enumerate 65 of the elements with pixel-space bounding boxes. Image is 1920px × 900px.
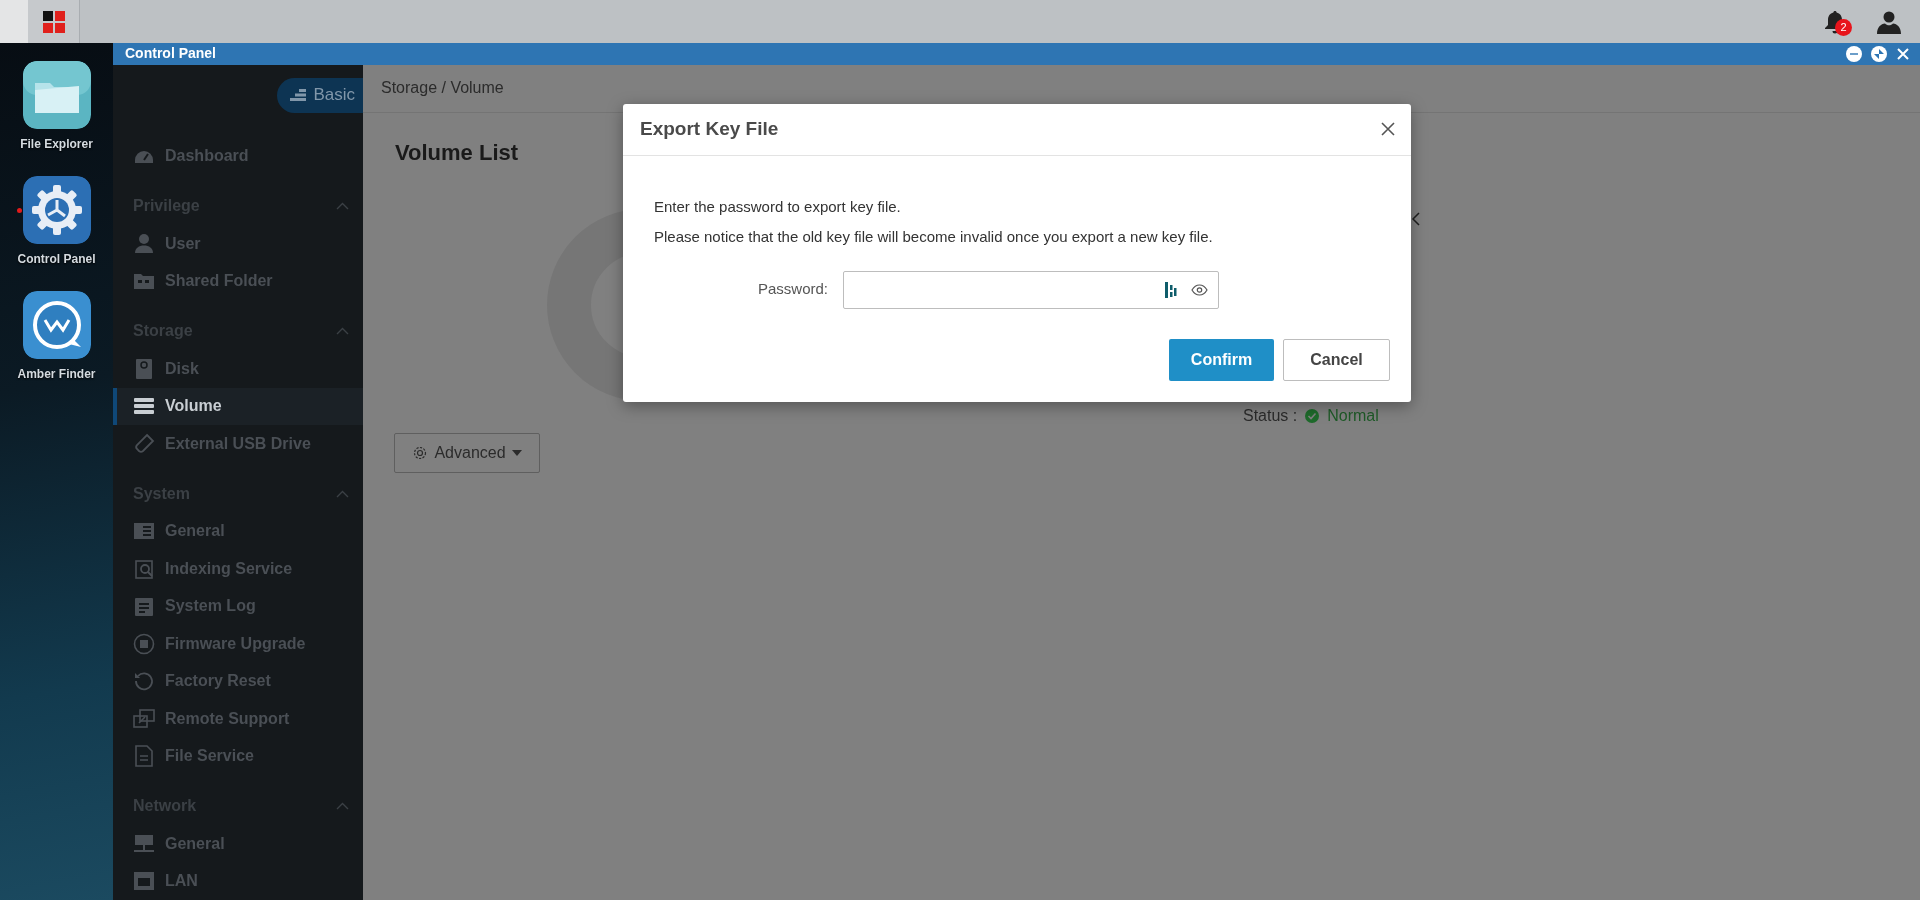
password-field[interactable] [843,270,1219,309]
sidebar-item[interactable]: Factory Reset [113,662,363,700]
eye-icon[interactable] [1191,283,1208,296]
lan-port-icon [133,870,155,893]
bars-icon [1165,281,1177,298]
search-document-icon [133,557,155,580]
chevron-up-icon [336,327,349,336]
close-icon[interactable] [1381,122,1395,136]
screens-icon [133,707,155,730]
chevron-icon [1411,211,1421,226]
confirm-button[interactable]: Confirm [1169,338,1274,381]
usb-stick-icon [133,432,155,455]
grid-icon [41,9,66,34]
app-launcher-button[interactable] [28,0,80,43]
sidebar-item[interactable]: General [113,512,363,550]
sidebar-item[interactable]: Disk [113,350,363,388]
sidebar-item[interactable]: User [113,225,363,263]
sidebar-item[interactable]: LAN [113,862,363,900]
window-title: Control Panel [125,44,216,64]
status-label: Status : [1243,405,1298,426]
advanced-dropdown-button[interactable]: Advanced [394,432,540,473]
password-label: Password: [756,279,828,300]
file-icon [133,745,155,768]
breadcrumb: Storage / Volume [381,78,504,98]
monitor-icon [133,832,155,855]
status-value: Normal [1327,405,1379,426]
sidebar-item[interactable]: Firmware Upgrade [113,625,363,663]
notification-count-badge: 2 [1835,19,1852,36]
sidebar-item[interactable]: Shared Folder [113,262,363,300]
folder-icon [22,61,91,129]
sidebar-item[interactable]: File Service [113,737,363,775]
dialog-message: Please notice that the old key file will become invalid once you export a new key file. [654,227,1214,247]
page-heading: Volume List [395,138,520,167]
sidebar-item[interactable]: Dashboard [113,137,363,175]
gear-icon [412,444,429,461]
dock-app[interactable]: Control Panel [6,176,107,268]
minimize-icon[interactable] [1846,45,1862,62]
basic-mode-button[interactable]: Basic [277,77,363,113]
sidebar-item[interactable]: Remote Support [113,700,363,738]
panel-strip [0,0,28,43]
reset-icon [133,670,155,693]
person-icon [133,232,155,255]
dialog-message: Enter the password to export key file. [654,196,902,217]
caret-icon [511,449,522,456]
sidebar-item[interactable]: General [113,825,363,863]
sidebar-item[interactable]: External USB Drive [113,425,363,463]
sidebar-item[interactable]: Volume [113,387,363,425]
stairs-icon [289,88,308,102]
chevron-up-icon [336,802,349,811]
user-icon [1876,9,1902,34]
chat-bubble-icon [22,291,91,359]
sidebar-item[interactable]: Indexing Service [113,550,363,588]
cancel-button[interactable]: Cancel [1283,338,1390,381]
dock-app[interactable]: Amber Finder [6,291,107,383]
chip-icon [133,632,155,655]
dialog-title: Export Key File [640,116,779,141]
dock-app[interactable]: File Explorer [6,61,107,153]
notepad-icon [133,595,155,618]
status-ok-icon [1305,408,1320,423]
maximize-icon[interactable] [1871,45,1887,62]
chevron-up-icon [336,489,349,498]
sidebar-item[interactable]: System Log [113,587,363,625]
gear-icon [22,176,91,244]
notification-button[interactable]: 2 [1820,0,1850,43]
chevron-up-icon [336,202,349,211]
